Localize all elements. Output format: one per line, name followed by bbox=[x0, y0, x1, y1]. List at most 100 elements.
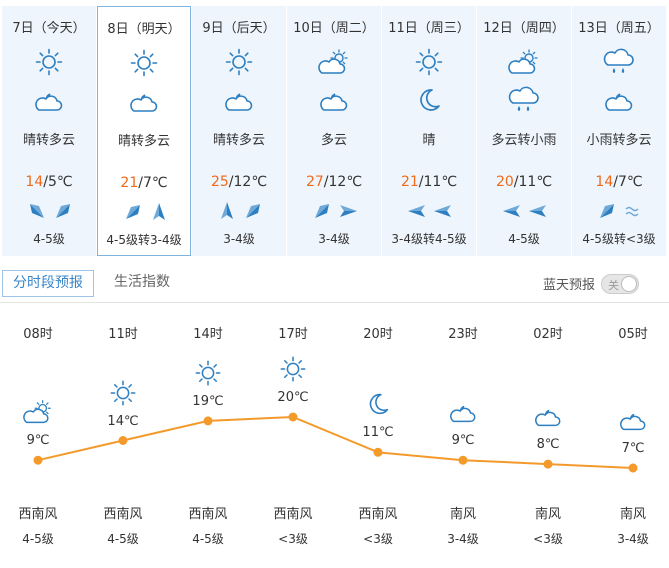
sun-icon bbox=[225, 48, 253, 76]
rain-cloud-icon bbox=[508, 86, 539, 112]
wind-level: <3级 bbox=[363, 532, 393, 546]
wind-direction: 南风 bbox=[534, 507, 561, 522]
arrow-n-icon bbox=[153, 203, 165, 220]
high-temp: 20 bbox=[495, 174, 514, 190]
day-desc: 晴转多云 bbox=[117, 134, 170, 149]
day-card-selected[interactable]: 8日（明天） 晴转多云 21/7℃ 4-5级转3-4级 bbox=[97, 6, 191, 256]
hour-label: 08时 bbox=[23, 327, 53, 342]
moon-cloud-icon bbox=[620, 413, 646, 431]
day-card[interactable]: 12日（周四） 多云转小雨 20/11℃ 4-5级 bbox=[477, 6, 571, 256]
wind-direction: 西南风 bbox=[188, 507, 228, 522]
high-temp: 21 bbox=[400, 174, 419, 190]
arrow-w-icon bbox=[408, 205, 425, 217]
wind-level: 4-5级 bbox=[22, 532, 54, 546]
moon-cloud-icon bbox=[320, 93, 348, 111]
day-card[interactable]: 10日（周二） 多云 27/12℃ 3-4级 bbox=[287, 6, 381, 256]
high-temp: 14 bbox=[25, 174, 44, 190]
day-label: 11日（周三） bbox=[388, 21, 470, 36]
day-label: 8日（明天） bbox=[107, 22, 181, 37]
wind-level: 3-4级 bbox=[318, 232, 350, 246]
high-temp: 21 bbox=[120, 175, 139, 191]
high-temp: 14 bbox=[595, 174, 614, 190]
low-temp: /11℃ bbox=[513, 174, 553, 190]
moon-cloud-icon bbox=[605, 93, 633, 111]
day-label: 9日（后天） bbox=[202, 21, 276, 36]
sun-icon bbox=[195, 360, 221, 386]
wind-direction: 南风 bbox=[619, 507, 646, 522]
day-desc: 晴转多云 bbox=[22, 133, 75, 148]
sun-icon bbox=[130, 49, 158, 77]
tab-life-index[interactable]: 生活指数 bbox=[104, 270, 180, 297]
low-temp: /7℃ bbox=[613, 174, 643, 190]
low-temp: /5℃ bbox=[43, 174, 73, 190]
day-card[interactable]: 7日（今天） 晴转多云 14/5℃ 4-5级 bbox=[2, 6, 96, 256]
tab-hourly-forecast[interactable]: 分时段预报 bbox=[2, 270, 94, 297]
wind-level: <3级 bbox=[533, 532, 563, 546]
wind-level: <3级 bbox=[278, 532, 308, 546]
arrow-ne-icon bbox=[246, 204, 260, 218]
day-temp: 25/12℃ bbox=[192, 174, 286, 190]
temperature-label: 20℃ bbox=[277, 390, 309, 405]
day-label: 10日（周二） bbox=[293, 21, 375, 36]
sun-cloud-icon bbox=[23, 400, 51, 424]
moon-cloud-icon bbox=[225, 93, 253, 111]
arrow-ne-icon bbox=[600, 204, 614, 218]
arrow-w-icon bbox=[529, 205, 546, 217]
hour-label: 20时 bbox=[363, 327, 393, 342]
temperature-label: 8℃ bbox=[536, 437, 560, 453]
day-temp: 14/5℃ bbox=[2, 174, 96, 190]
low-temp: /11℃ bbox=[418, 174, 458, 190]
wind-level: 4-5级 bbox=[33, 232, 65, 246]
arrow-n-icon bbox=[221, 202, 233, 219]
blue-sky-toggle[interactable]: 关 bbox=[601, 273, 639, 294]
low-temp: /12℃ bbox=[323, 174, 363, 190]
moon-cloud-icon bbox=[35, 93, 63, 111]
day-temp: 20/11℃ bbox=[477, 174, 571, 190]
wind-level: 4-5级转<3级 bbox=[582, 232, 656, 246]
day-card[interactable]: 11日（周三） 晴 21/11℃ 3-4级转4-5级 bbox=[382, 6, 476, 256]
blue-sky-control: 蓝天预报 关 bbox=[543, 270, 639, 297]
temperature-label: 9℃ bbox=[26, 433, 50, 449]
moon-icon bbox=[369, 394, 389, 415]
day-card[interactable]: 9日（后天） 晴转多云 25/12℃ 3-4级 bbox=[192, 6, 286, 256]
moon-cloud-icon bbox=[130, 94, 158, 112]
forecast-tabs: 分时段预报 生活指数 蓝天预报 关 bbox=[0, 266, 669, 302]
hour-label: 17时 bbox=[278, 327, 308, 342]
moon-cloud-icon bbox=[450, 405, 476, 423]
temperature-label: 7℃ bbox=[621, 441, 645, 456]
hourly-column: 02时 南风 <3级 bbox=[506, 303, 590, 568]
day-temp: 27/12℃ bbox=[287, 174, 381, 190]
wind-icons bbox=[287, 200, 381, 222]
wind-direction: 南风 bbox=[449, 507, 476, 522]
hour-label: 05时 bbox=[618, 327, 648, 342]
moon-icon bbox=[420, 89, 440, 111]
day-desc: 晴 bbox=[422, 133, 436, 148]
arrow-ne-icon bbox=[56, 204, 70, 218]
arrow-ne-icon bbox=[315, 204, 329, 218]
wind-icons bbox=[477, 200, 571, 222]
temperature-label: 9℃ bbox=[451, 433, 475, 449]
arrow-w-icon bbox=[434, 205, 451, 217]
wind-level: 3-4级 bbox=[223, 232, 255, 246]
wind-icons bbox=[2, 200, 96, 222]
sun-cloud-icon bbox=[508, 49, 538, 74]
wind-direction: 西南风 bbox=[18, 507, 58, 522]
wind-level: 4-5级 bbox=[192, 532, 224, 546]
temperature-label: 14℃ bbox=[107, 413, 139, 429]
day-temp: 14/7℃ bbox=[572, 174, 666, 190]
blue-sky-label: 蓝天预报 bbox=[542, 278, 595, 293]
arrow-nw-icon bbox=[30, 204, 44, 218]
toggle-knob[interactable] bbox=[621, 275, 637, 292]
low-temp: /7℃ bbox=[138, 175, 168, 191]
sun-icon bbox=[415, 48, 443, 76]
toggle-text: 关 bbox=[608, 278, 619, 292]
low-temp: /12℃ bbox=[228, 174, 268, 190]
wind-direction: 西南风 bbox=[103, 507, 143, 522]
day-label: 12日（周四） bbox=[483, 21, 565, 36]
day-card[interactable]: 13日（周五） 小雨转多云 14/7℃ 4-5级转<3级 bbox=[572, 6, 666, 256]
wind-level: 4-5级 bbox=[508, 232, 540, 246]
wind-direction: 西南风 bbox=[273, 507, 313, 522]
wind-level: 4-5级 bbox=[107, 532, 139, 546]
arrow-w-icon bbox=[503, 205, 520, 217]
day-desc: 多云 bbox=[320, 133, 347, 148]
